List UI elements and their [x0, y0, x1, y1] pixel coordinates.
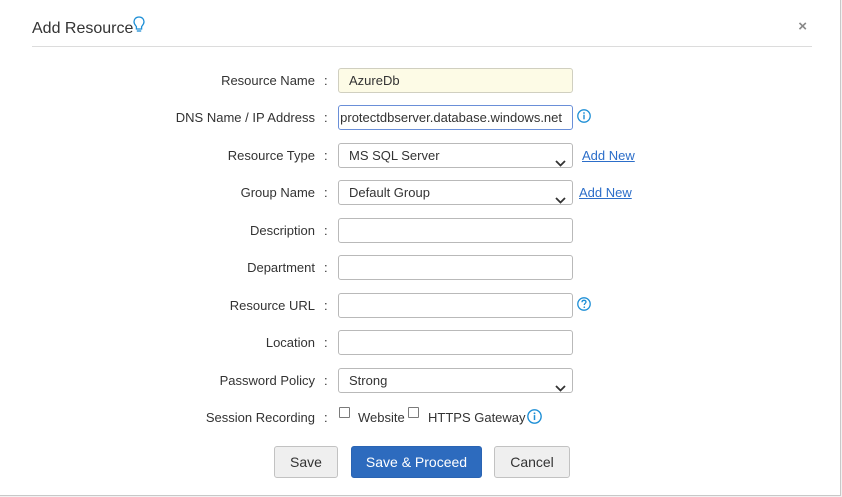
session-recording-label: Session Recording	[205, 410, 315, 425]
group-name-value: Default Group	[349, 185, 430, 200]
colon: :	[324, 410, 328, 425]
password-policy-value: Strong	[349, 373, 388, 388]
colon: :	[324, 110, 328, 125]
description-label: Description	[249, 223, 315, 238]
description-row: Description :	[0, 218, 841, 244]
colon: :	[324, 298, 328, 313]
resource-type-value: MS SQL Server	[349, 148, 440, 163]
dns-name-value: protectdbserver.database.windows.net	[340, 110, 562, 125]
colon: :	[324, 260, 328, 275]
department-row: Department :	[0, 255, 841, 281]
password-policy-select[interactable]: Strong	[338, 368, 573, 393]
cancel-button[interactable]: Cancel	[494, 446, 570, 478]
session-recording-row: Session Recording : Website HTTPS Gatewa…	[0, 405, 841, 431]
group-name-select[interactable]: Default Group	[338, 180, 573, 205]
save-and-proceed-button[interactable]: Save & Proceed	[351, 446, 482, 478]
colon: :	[324, 185, 328, 200]
colon: :	[324, 373, 328, 388]
chevron-down-icon	[555, 376, 566, 392]
colon: :	[324, 335, 328, 350]
dns-name-label: DNS Name / IP Address	[175, 110, 315, 125]
dns-name-input[interactable]: protectdbserver.database.windows.net	[338, 105, 573, 130]
location-input[interactable]	[338, 330, 573, 355]
website-checkbox-label: Website	[358, 410, 405, 425]
description-input[interactable]	[338, 218, 573, 243]
resource-url-label: Resource URL	[229, 298, 315, 313]
add-new-group-link[interactable]: Add New	[579, 185, 632, 200]
password-policy-label: Password Policy	[219, 373, 315, 388]
password-policy-row: Password Policy : Strong	[0, 368, 841, 394]
chevron-down-icon	[555, 188, 566, 204]
colon: :	[324, 223, 328, 238]
help-icon[interactable]	[577, 297, 591, 314]
dialog-title: Add Resource	[32, 20, 134, 37]
resource-type-row: Resource Type : MS SQL Server Add New	[0, 143, 841, 169]
colon: :	[324, 148, 328, 163]
group-name-row: Group Name : Default Group Add New	[0, 180, 841, 206]
resource-name-label: Resource Name	[221, 73, 315, 88]
lightbulb-icon	[133, 16, 145, 37]
chevron-down-icon	[555, 151, 566, 167]
location-row: Location :	[0, 330, 841, 356]
colon: :	[324, 73, 328, 88]
close-icon[interactable]: ×	[798, 19, 807, 34]
https-gateway-checkbox[interactable]	[408, 407, 419, 418]
department-label: Department	[247, 260, 315, 275]
department-input[interactable]	[338, 255, 573, 280]
add-new-resource-type-link[interactable]: Add New	[582, 148, 635, 163]
resource-url-input[interactable]	[338, 293, 573, 318]
resource-name-row: Resource Name : AzureDb	[0, 68, 841, 94]
resource-type-label: Resource Type	[227, 148, 315, 163]
info-icon[interactable]	[577, 109, 591, 126]
resource-url-row: Resource URL :	[0, 293, 841, 319]
add-resource-dialog: Add Resource × Resource Name : AzureDb D…	[0, 0, 841, 496]
save-button[interactable]: Save	[274, 446, 338, 478]
website-checkbox[interactable]	[339, 407, 350, 418]
info-icon[interactable]	[527, 409, 542, 427]
dns-name-row: DNS Name / IP Address : protectdbserver.…	[0, 105, 841, 131]
https-gateway-checkbox-label: HTTPS Gateway	[428, 410, 526, 425]
resource-name-input[interactable]: AzureDb	[338, 68, 573, 93]
location-label: Location	[265, 335, 315, 350]
resource-type-select[interactable]: MS SQL Server	[338, 143, 573, 168]
dialog-header: Add Resource ×	[32, 0, 812, 47]
group-name-label: Group Name	[240, 185, 315, 200]
